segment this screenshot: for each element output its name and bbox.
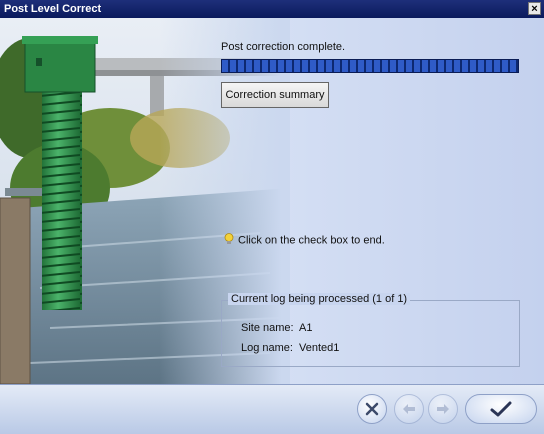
forward-arrow-icon bbox=[437, 404, 449, 414]
close-icon[interactable]: × bbox=[528, 2, 541, 15]
dialog-content: Post correction complete. Correction sum… bbox=[0, 18, 544, 384]
cancel-button[interactable] bbox=[357, 394, 387, 424]
footer-bar bbox=[0, 384, 544, 434]
checkmark-icon bbox=[490, 401, 512, 417]
hint-text: Click on the check box to end. bbox=[238, 234, 385, 247]
site-name-value: A1 bbox=[299, 322, 313, 334]
group-title: Current log being processed (1 of 1) bbox=[228, 293, 411, 305]
x-icon bbox=[365, 402, 379, 416]
log-row: Log name: Vented1 bbox=[241, 342, 339, 354]
back-arrow-icon bbox=[403, 404, 415, 414]
correction-summary-button[interactable]: Correction summary bbox=[221, 82, 329, 108]
finish-button[interactable] bbox=[465, 394, 537, 424]
status-message: Post correction complete. bbox=[221, 41, 346, 53]
log-name-value: Vented1 bbox=[299, 342, 340, 354]
window-title: Post Level Correct bbox=[4, 3, 102, 15]
site-row: Site name: A1 bbox=[241, 322, 312, 334]
current-log-group: Current log being processed (1 of 1) Sit… bbox=[221, 293, 520, 367]
dialog-window: Post Level Correct × Post correction com… bbox=[0, 0, 544, 434]
site-name-label: Site name: bbox=[241, 322, 294, 334]
log-name-label: Log name: bbox=[241, 342, 293, 354]
next-button[interactable] bbox=[428, 394, 458, 424]
hint: Click on the check box to end. bbox=[224, 233, 385, 248]
progress-fill bbox=[222, 60, 518, 72]
title-bar: Post Level Correct × bbox=[0, 0, 544, 18]
back-button[interactable] bbox=[394, 394, 424, 424]
lightbulb-icon bbox=[224, 233, 234, 248]
progress-bar bbox=[221, 59, 519, 73]
